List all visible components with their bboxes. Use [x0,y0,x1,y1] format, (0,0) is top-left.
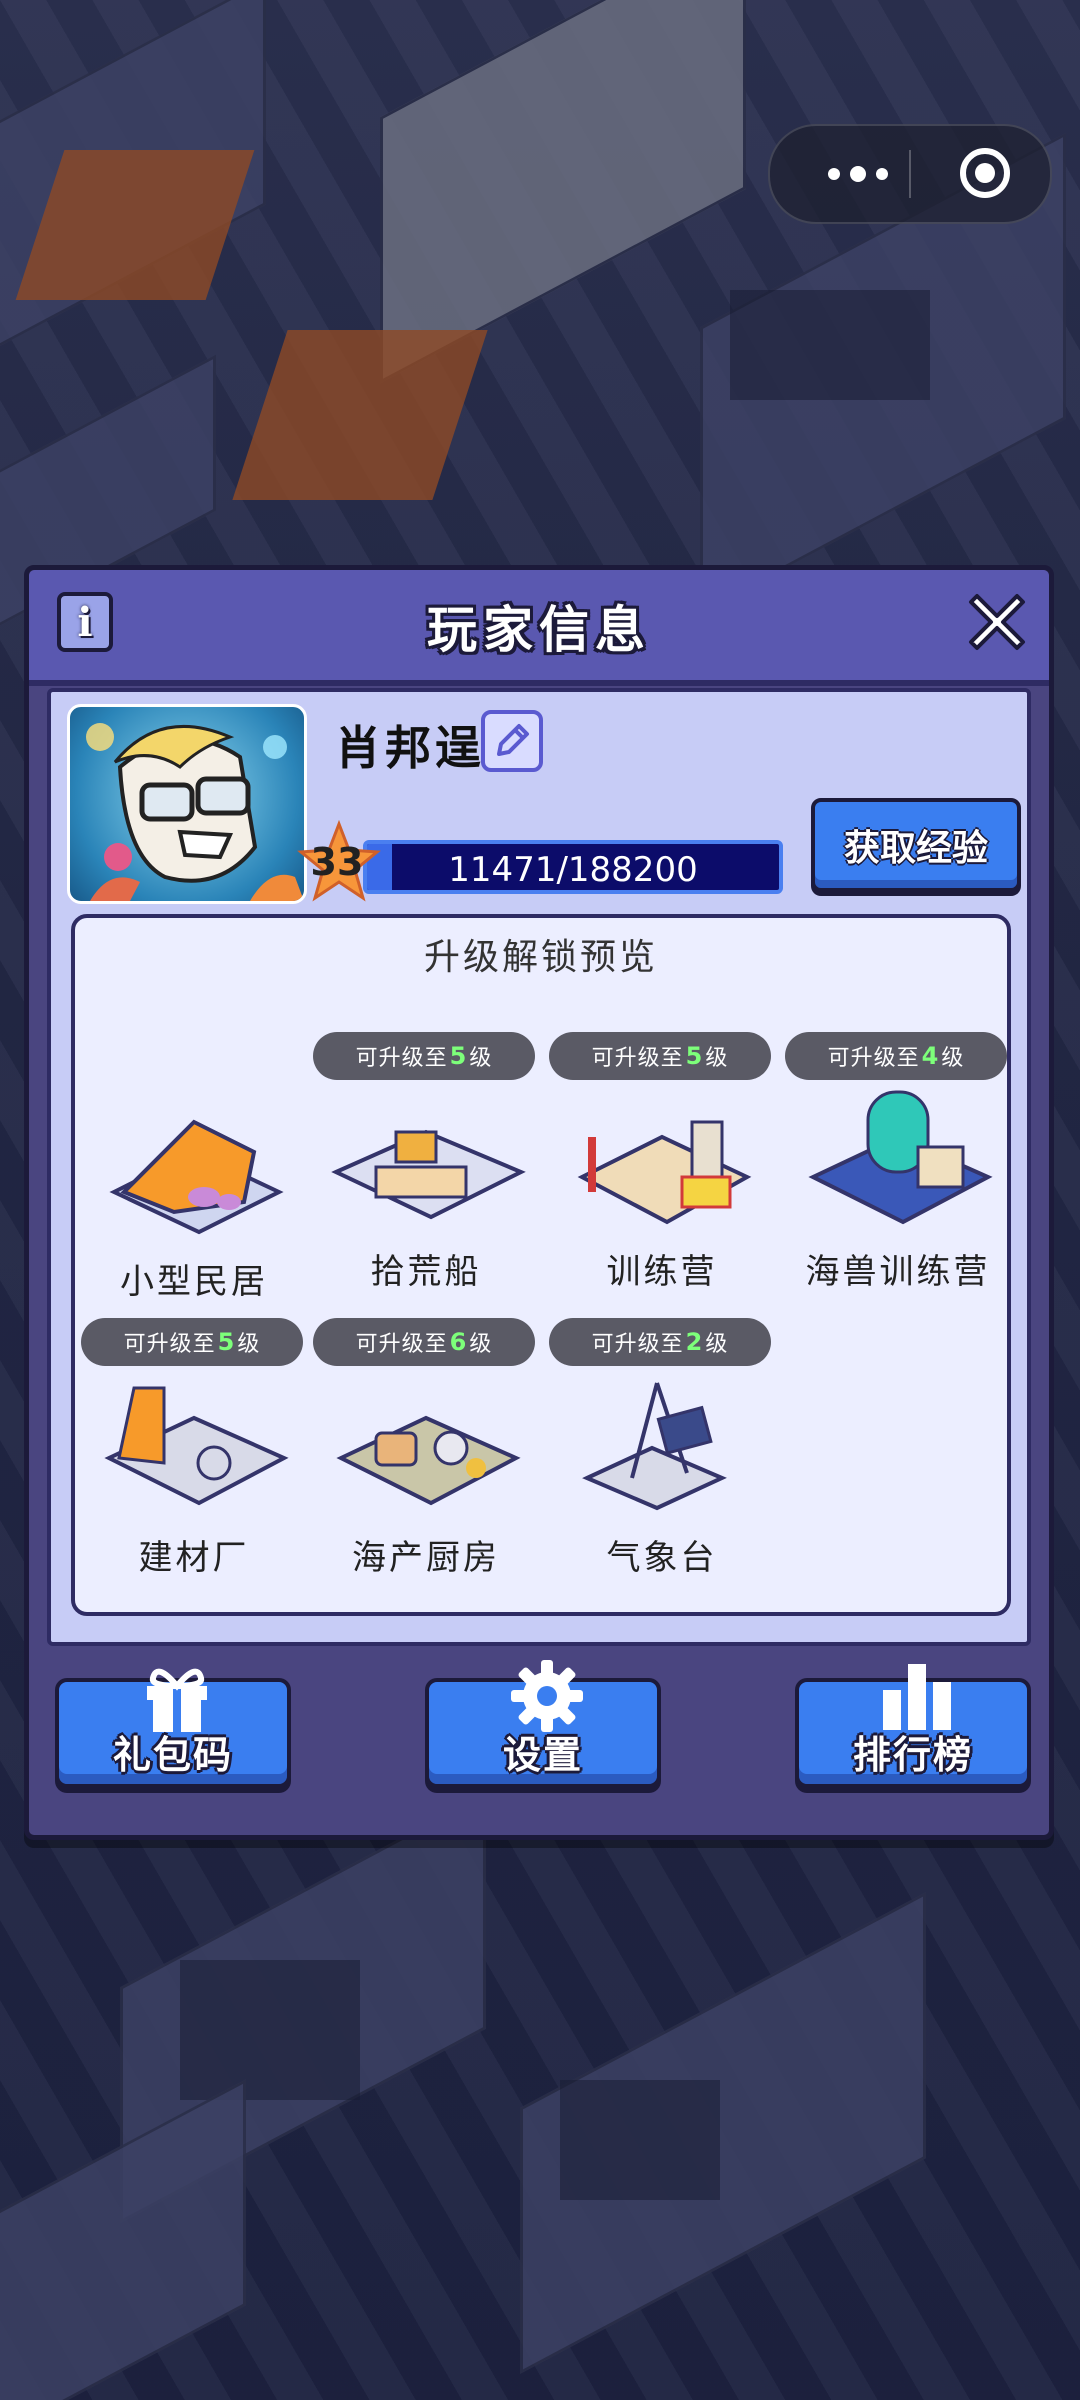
building-name: 建材厂 [138,1538,250,1578]
upgrade-tag: 可升级至 2 级 [549,1318,771,1366]
dialog-title: 玩家信息 [427,600,651,659]
building-card[interactable]: 可升级至 6 级 海产厨房 [313,1318,539,1578]
upgrade-tag: 可升级至 6 级 [313,1318,535,1366]
settings-button[interactable]: 设置 [425,1660,661,1788]
exit-miniprogram-button[interactable] [960,148,1010,198]
building-card[interactable]: 可升级至 5 级 拾荒船 [313,1032,539,1292]
building-name: 海兽训练营 [805,1252,991,1292]
building-name: 训练营 [606,1252,718,1292]
building-card[interactable]: 可升级至 4 级 海兽训练营 [785,1032,1011,1292]
upgrade-tag: 可升级至 5 级 [549,1032,771,1080]
building-name: 海产厨房 [352,1538,500,1578]
building-training-camp-image [577,1120,752,1225]
player-avatar[interactable] [67,704,307,904]
player-level: 33 [310,840,364,884]
close-icon [969,594,1025,650]
more-menu-button[interactable] [808,126,908,222]
miniprogram-capsule [768,124,1052,224]
experience-text: 11471/188200 [448,850,698,890]
upgrade-unlock-preview: 升级解锁预览 小型民居 可升级至 5 级 拾荒船 可升级至 5 级 训练营 可升… [71,914,1011,1616]
building-weather-station-image [582,1382,727,1511]
gift-code-button[interactable]: 礼包码 [55,1668,291,1788]
building-sea-beast-camp-image [808,1090,993,1225]
player-name: 肖邦逞 [335,721,485,775]
gift-code-label: 礼包码 [112,1732,233,1777]
upgrade-tag: 可升级至 5 级 [313,1032,535,1080]
building-card[interactable]: 可升级至 5 级 训练营 [549,1032,775,1292]
building-scavenger-boat-image [331,1129,526,1220]
building-seafood-kitchen-image [336,1415,521,1506]
player-info-dialog: i 玩家信息 肖邦逞 11471/188200 33 获取经验 升级解锁预览 小… [24,565,1054,1840]
gain-experience-button[interactable]: 获取经验 [811,798,1021,892]
building-name: 小型民居 [120,1262,268,1302]
leaderboard-label: 排行榜 [852,1732,973,1777]
building-name: 拾荒船 [370,1252,482,1292]
building-card[interactable]: 可升级至 2 级 气象台 [549,1318,775,1578]
building-card[interactable]: 小型民居 [81,1042,307,1302]
leaderboard-button[interactable]: 排行榜 [795,1664,1031,1788]
dialog-header: i 玩家信息 [29,570,1049,686]
capsule-divider [909,150,911,198]
settings-label: 设置 [502,1732,583,1777]
upgrade-tag: 可升级至 4 级 [785,1032,1007,1080]
building-material-factory-image [104,1386,289,1506]
building-house-image [109,1119,284,1235]
building-name: 气象台 [606,1538,718,1578]
dialog-content: 肖邦逞 11471/188200 33 获取经验 升级解锁预览 小型民居 可升级… [47,688,1031,1646]
close-button[interactable] [959,584,1035,660]
preview-title: 升级解锁预览 [423,937,658,978]
building-card[interactable]: 可升级至 5 级 建材厂 [81,1318,307,1578]
upgrade-tag: 可升级至 5 级 [81,1318,303,1366]
pencil-icon [497,724,529,756]
edit-name-button[interactable] [481,710,543,772]
experience-bar: 11471/188200 [363,840,783,894]
